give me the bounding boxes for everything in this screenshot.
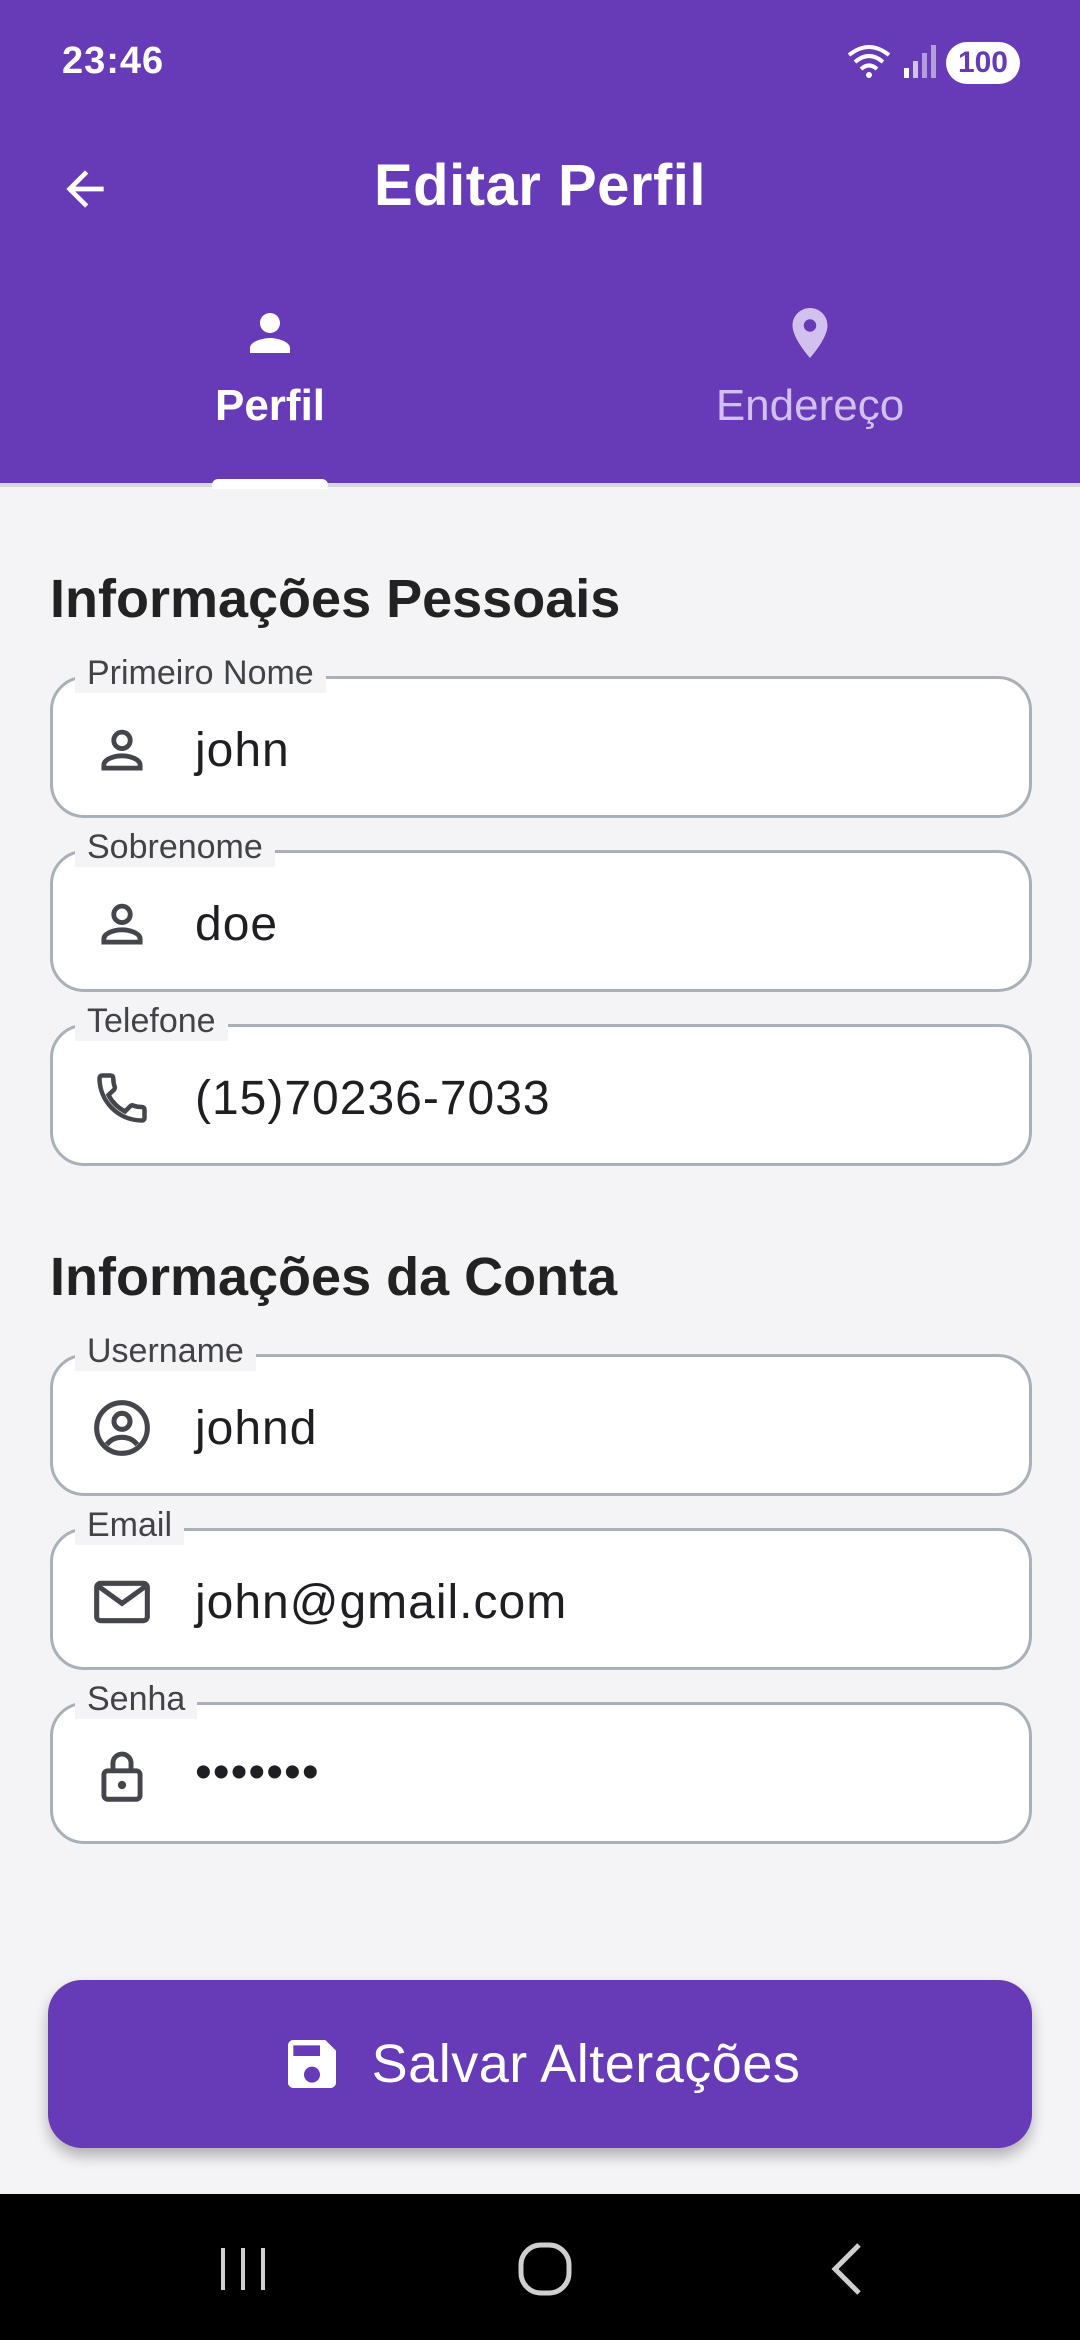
save-icon — [287, 2040, 336, 2088]
chevron-left-icon — [831, 2243, 861, 2295]
tab-perfil[interactable]: Perfil — [0, 303, 540, 483]
save-button-label: Salvar Alterações — [371, 2034, 801, 2094]
status-bar: 23:46 100 — [0, 0, 1080, 128]
recents-button[interactable] — [203, 2234, 283, 2304]
account-circle-icon — [89, 1395, 155, 1461]
password-value: ••••••• — [195, 1746, 320, 1799]
username-label: Username — [75, 1331, 256, 1371]
save-button[interactable]: Salvar Alterações — [48, 1980, 1032, 2148]
phone-icon — [89, 1065, 155, 1131]
tab-indicator — [212, 479, 328, 489]
person-outline-icon — [89, 717, 155, 783]
person-outline-icon — [89, 891, 155, 957]
section-title-personal: Informações Pessoais — [50, 569, 621, 629]
section-title-account: Informações da Conta — [50, 1247, 618, 1307]
phone-label: Telefone — [75, 1001, 228, 1041]
signal-icon — [902, 44, 936, 83]
lock-icon — [89, 1743, 155, 1809]
home-button[interactable] — [505, 2234, 585, 2304]
password-label: Senha — [75, 1679, 198, 1719]
last-name-field[interactable]: Sobrenome doe — [50, 827, 1032, 992]
mail-icon — [89, 1569, 155, 1635]
wifi-icon — [846, 43, 892, 84]
status-icons: 100 — [846, 40, 1020, 86]
status-time: 23:46 — [62, 40, 165, 82]
tab-endereco[interactable]: Endereço — [540, 303, 1080, 483]
system-nav-bar — [0, 2194, 1080, 2340]
username-value: johnd — [195, 1402, 318, 1455]
tab-perfil-label: Perfil — [214, 381, 326, 430]
app-bar: Editar Perfil — [0, 128, 1080, 243]
email-label: Email — [75, 1505, 185, 1545]
person-icon — [250, 313, 290, 353]
battery-badge: 100 — [945, 42, 1020, 84]
phone-value: (15)70236-7033 — [195, 1072, 551, 1125]
email-value: john@gmail.com — [195, 1576, 568, 1629]
email-field[interactable]: Email john@gmail.com — [50, 1505, 1032, 1670]
phone-field[interactable]: Telefone (15)70236-7033 — [50, 1001, 1032, 1166]
tab-bar: Perfil Endereço — [0, 243, 1080, 489]
first-name-field[interactable]: Primeiro Nome john — [50, 653, 1032, 818]
tab-endereco-label: Endereço — [715, 381, 905, 430]
last-name-value: doe — [195, 898, 279, 951]
page-title: Editar Perfil — [373, 153, 707, 218]
recents-icon — [221, 2248, 265, 2290]
first-name-label: Primeiro Nome — [75, 653, 326, 693]
username-field[interactable]: Username johnd — [50, 1331, 1032, 1496]
password-field[interactable]: Senha ••••••• — [50, 1679, 1032, 1844]
back-nav-button[interactable] — [808, 2234, 888, 2304]
home-circle-icon — [518, 2242, 572, 2296]
location-pin-icon — [792, 308, 828, 358]
last-name-label: Sobrenome — [75, 827, 275, 867]
first-name-value: john — [195, 724, 290, 777]
